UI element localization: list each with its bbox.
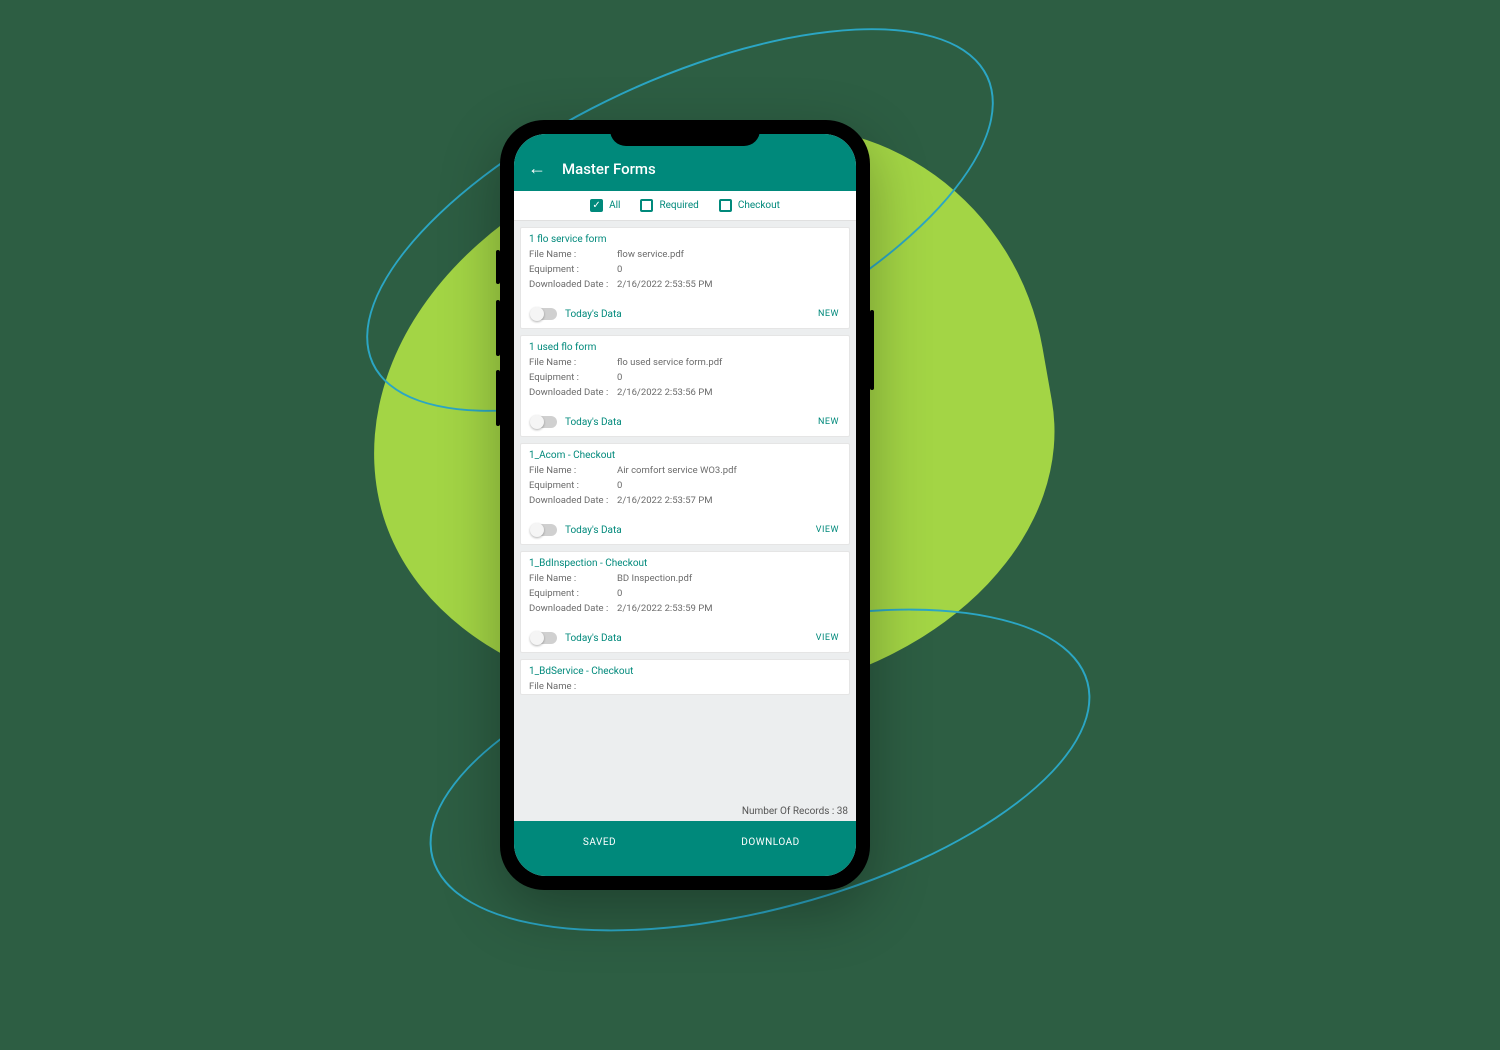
form-downloaded-row: Downloaded Date : 2/16/2022 2:53:59 PM xyxy=(521,601,849,616)
toggle-switch[interactable] xyxy=(531,308,557,320)
field-label: File Name : xyxy=(529,573,617,584)
field-value: flow service.pdf xyxy=(617,249,684,260)
filter-label: Required xyxy=(659,200,698,211)
todays-data-toggle-wrap: Today's Data xyxy=(531,524,622,536)
form-equipment-row: Equipment : 0 xyxy=(521,586,849,601)
form-title: 1_Acom - Checkout xyxy=(521,444,849,463)
form-downloaded-row: Downloaded Date : 2/16/2022 2:53:55 PM xyxy=(521,277,849,292)
filter-required[interactable]: Required xyxy=(640,199,698,212)
form-card[interactable]: 1 used flo form File Name : flo used ser… xyxy=(520,335,850,437)
field-value: BD Inspection.pdf xyxy=(617,573,692,584)
form-action-link[interactable]: NEW xyxy=(818,309,839,319)
form-action-link[interactable]: VIEW xyxy=(816,525,839,535)
checkbox-checked-icon[interactable]: ✓ xyxy=(590,199,603,212)
form-footer: Today's Data VIEW xyxy=(521,514,849,544)
form-card[interactable]: 1 flo service form File Name : flow serv… xyxy=(520,227,850,329)
forms-list[interactable]: 1 flo service form File Name : flow serv… xyxy=(514,221,856,802)
field-value: 2/16/2022 2:53:57 PM xyxy=(617,495,713,506)
record-count: Number Of Records : 38 xyxy=(514,802,856,821)
toggle-switch[interactable] xyxy=(531,416,557,428)
filter-bar: ✓ All Required Checkout xyxy=(514,191,856,221)
toggle-switch[interactable] xyxy=(531,632,557,644)
saved-button[interactable]: SAVED xyxy=(514,821,685,876)
checkbox-icon[interactable] xyxy=(640,199,653,212)
phone-side-button xyxy=(496,370,500,426)
toggle-label: Today's Data xyxy=(565,309,622,320)
form-title: 1 used flo form xyxy=(521,336,849,355)
toggle-switch[interactable] xyxy=(531,524,557,536)
form-equipment-row: Equipment : 0 xyxy=(521,370,849,385)
field-label: Downloaded Date : xyxy=(529,387,617,398)
form-filename-row: File Name : xyxy=(521,679,849,694)
form-equipment-row: Equipment : 0 xyxy=(521,478,849,493)
form-title: 1_BdService - Checkout xyxy=(521,660,849,679)
bottom-action-bar: SAVED DOWNLOAD xyxy=(514,821,856,876)
field-label: File Name : xyxy=(529,357,617,368)
toggle-label: Today's Data xyxy=(565,633,622,644)
phone-frame: ← Master Forms ✓ All Required Checkout 1… xyxy=(500,120,870,890)
filter-label: All xyxy=(609,200,620,211)
form-card[interactable]: 1_BdInspection - Checkout File Name : BD… xyxy=(520,551,850,653)
filter-label: Checkout xyxy=(738,200,780,211)
field-value: 2/16/2022 2:53:56 PM xyxy=(617,387,713,398)
form-title: 1 flo service form xyxy=(521,228,849,247)
field-label: File Name : xyxy=(529,465,617,476)
field-label: Equipment : xyxy=(529,372,617,383)
todays-data-toggle-wrap: Today's Data xyxy=(531,416,622,428)
field-value: 0 xyxy=(617,264,622,275)
field-value: 0 xyxy=(617,588,622,599)
app-screen: ← Master Forms ✓ All Required Checkout 1… xyxy=(514,134,856,876)
phone-side-button xyxy=(870,310,874,390)
form-title: 1_BdInspection - Checkout xyxy=(521,552,849,571)
download-button[interactable]: DOWNLOAD xyxy=(685,821,856,876)
form-filename-row: File Name : flow service.pdf xyxy=(521,247,849,262)
field-value: 0 xyxy=(617,480,622,491)
form-action-link[interactable]: VIEW xyxy=(816,633,839,643)
form-downloaded-row: Downloaded Date : 2/16/2022 2:53:56 PM xyxy=(521,385,849,400)
field-label: File Name : xyxy=(529,681,617,692)
toggle-label: Today's Data xyxy=(565,525,622,536)
field-value: 2/16/2022 2:53:55 PM xyxy=(617,279,713,290)
form-action-link[interactable]: NEW xyxy=(818,417,839,427)
form-downloaded-row: Downloaded Date : 2/16/2022 2:53:57 PM xyxy=(521,493,849,508)
form-filename-row: File Name : Air comfort service WO3.pdf xyxy=(521,463,849,478)
checkbox-icon[interactable] xyxy=(719,199,732,212)
field-label: Equipment : xyxy=(529,588,617,599)
phone-side-button xyxy=(496,250,500,284)
phone-side-button xyxy=(496,300,500,356)
todays-data-toggle-wrap: Today's Data xyxy=(531,632,622,644)
field-value: flo used service form.pdf xyxy=(617,357,722,368)
toggle-label: Today's Data xyxy=(565,417,622,428)
field-label: File Name : xyxy=(529,249,617,260)
form-card[interactable]: 1_Acom - Checkout File Name : Air comfor… xyxy=(520,443,850,545)
phone-notch xyxy=(610,120,760,146)
field-label: Equipment : xyxy=(529,264,617,275)
form-card[interactable]: 1_BdService - Checkout File Name : Equip… xyxy=(520,659,850,695)
filter-checkout[interactable]: Checkout xyxy=(719,199,780,212)
form-filename-row: File Name : flo used service form.pdf xyxy=(521,355,849,370)
form-filename-row: File Name : BD Inspection.pdf xyxy=(521,571,849,586)
form-footer: Today's Data NEW xyxy=(521,406,849,436)
back-arrow-icon[interactable]: ← xyxy=(528,158,546,179)
todays-data-toggle-wrap: Today's Data xyxy=(531,308,622,320)
field-value: 0 xyxy=(617,372,622,383)
filter-all[interactable]: ✓ All xyxy=(590,199,620,212)
field-label: Equipment : xyxy=(529,480,617,491)
field-label: Downloaded Date : xyxy=(529,279,617,290)
page-title: Master Forms xyxy=(562,160,656,178)
field-label: Downloaded Date : xyxy=(529,603,617,614)
form-footer: Today's Data VIEW xyxy=(521,622,849,652)
form-footer: Today's Data NEW xyxy=(521,298,849,328)
form-equipment-row: Equipment : 0 xyxy=(521,262,849,277)
field-label: Downloaded Date : xyxy=(529,495,617,506)
field-value: Air comfort service WO3.pdf xyxy=(617,465,737,476)
field-value: 2/16/2022 2:53:59 PM xyxy=(617,603,713,614)
